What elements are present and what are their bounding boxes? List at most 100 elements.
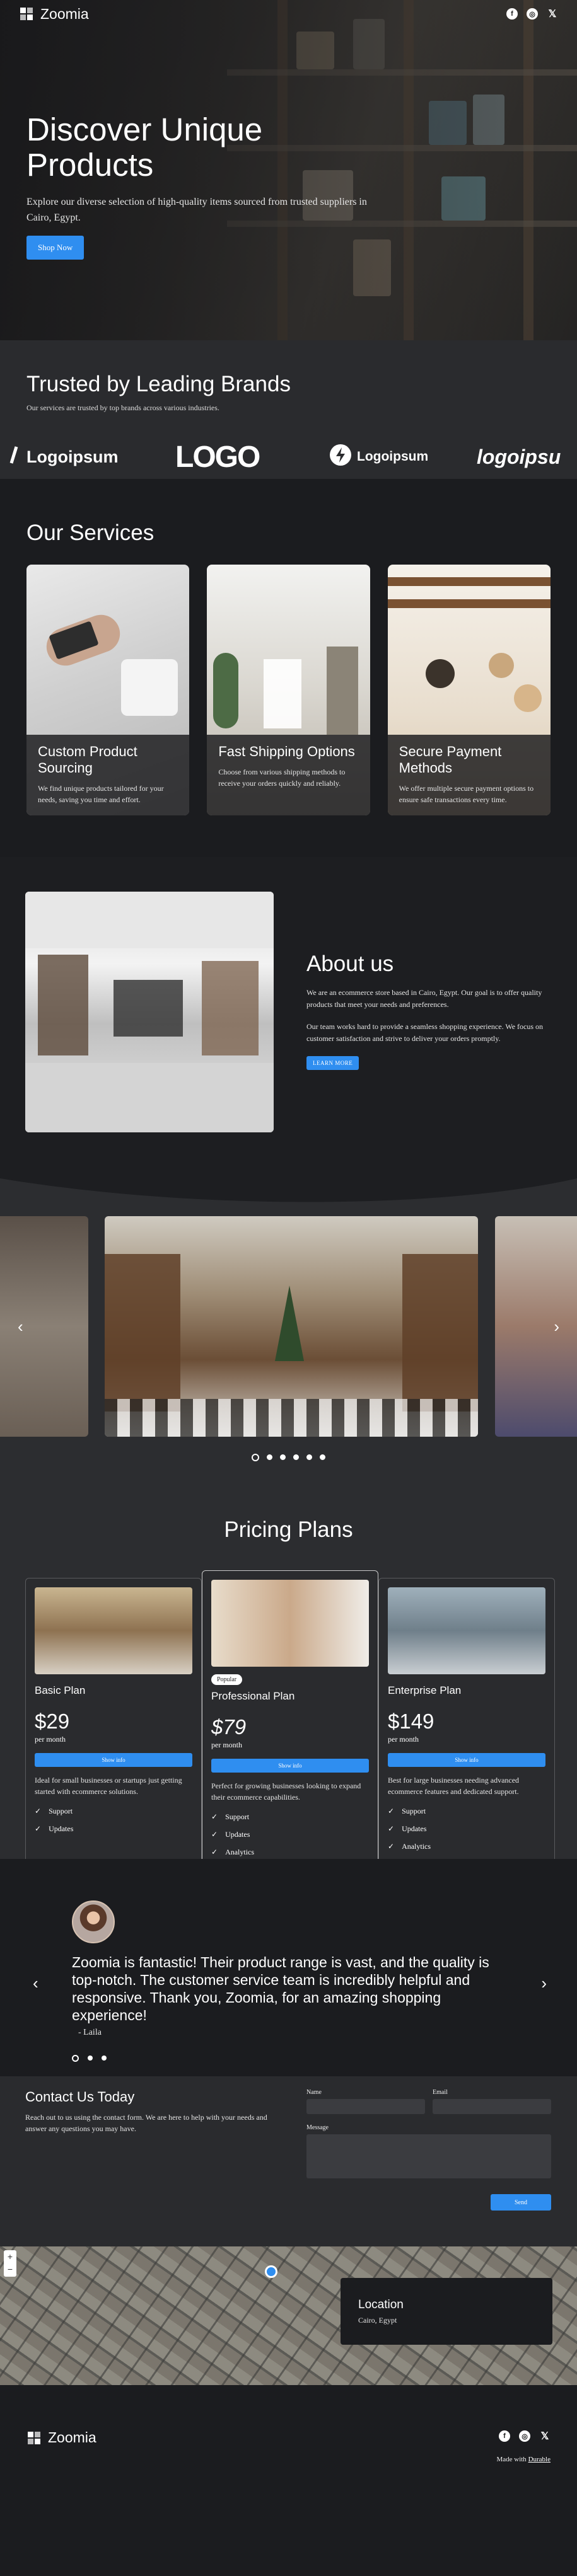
card-title: Fast Shipping Options [218,744,355,759]
made-with: Made with Durable [496,2456,551,2463]
email-field[interactable] [433,2099,551,2114]
testimonial-author: - Laila [78,2028,102,2037]
facebook-icon[interactable]: f [506,8,518,20]
footer: Zoomia f ◎ 𝕏 Made with Durable [0,2385,577,2489]
brand[interactable]: Zoomia [19,6,89,23]
plan-photo [211,1580,369,1667]
feature-label: Analytics [225,1848,255,1856]
durable-link[interactable]: Durable [528,2456,551,2463]
plan-description: Perfect for growing businesses looking t… [211,1781,361,1802]
instagram-icon[interactable]: ◎ [527,8,538,20]
plan-feature: ✓ Analytics [388,1837,545,1855]
gallery-next-arrow-icon[interactable]: › [554,1317,559,1337]
name-field[interactable] [306,2099,425,2114]
map-pin-icon[interactable] [265,2265,277,2278]
check-icon: ✓ [211,1830,218,1839]
brand-name: Zoomia [40,5,89,22]
testimonial-dot[interactable] [88,2056,93,2061]
gallery-dot[interactable] [293,1454,299,1460]
brand-logo: LOGO [175,440,260,474]
zoom-out-icon[interactable]: − [4,2263,16,2275]
popular-badge: Popular [211,1674,243,1685]
plan-price: $79 [211,1715,247,1739]
check-icon: ✓ [388,1824,395,1833]
top-navbar: Zoomia f ◎ 𝕏 [0,0,577,28]
about-title: About us [306,952,394,976]
shop-now-button[interactable]: Shop Now [26,236,85,260]
made-with-prefix: Made with [496,2456,527,2463]
card-overlay: Custom Product Sourcing We find unique p… [26,735,190,815]
gallery-section: ‹ › [0,1166,577,1500]
testimonial-next-arrow-icon[interactable]: › [541,1974,547,1993]
show-info-button[interactable]: Show info [35,1753,192,1767]
location-address: Cairo, Egypt [358,2316,397,2325]
location-card: Location Cairo, Egypt [341,2278,552,2345]
show-info-button[interactable]: Show info [211,1759,369,1773]
testimonial-dot[interactable] [72,2055,79,2062]
location-map[interactable]: + − Location Cairo, Egypt [0,2246,577,2385]
brands-title: Trusted by Leading Brands [26,372,291,396]
plan-feature: ✓ Support [35,1802,192,1820]
card-overlay: Fast Shipping Options Choose from variou… [207,735,370,815]
gallery-dot[interactable] [252,1454,259,1461]
feature-label: Updates [49,1824,74,1833]
footer-brand[interactable]: Zoomia [26,2429,96,2446]
zoomia-logo-icon [19,6,34,21]
plan-period: per month [388,1735,419,1744]
card-overlay: Secure Payment Methods We offer multiple… [387,735,551,815]
card-text: We find unique products tailored for you… [38,784,164,804]
contact-title: Contact Us Today [25,2089,135,2105]
feature-label: Support [49,1807,73,1815]
card-text: We offer multiple secure payment options… [399,784,534,804]
pricing-title: Pricing Plans [224,1517,353,1542]
facebook-icon[interactable]: f [499,2430,510,2442]
feature-label: Updates [225,1830,250,1839]
card-title: Custom Product Sourcing [38,744,137,776]
plan-period: per month [35,1735,66,1744]
brand-logo: Logoipsum [9,446,118,469]
check-icon: ✓ [35,1824,42,1833]
brands-section: Trusted by Leading Brands Our services a… [0,340,577,479]
zoom-in-icon[interactable]: + [4,2250,16,2263]
feature-label: Support [402,1807,426,1815]
avatar [72,1900,115,1943]
check-icon: ✓ [35,1807,42,1815]
card-text: Choose from various shipping methods to … [218,768,346,788]
gallery-slide-prev [0,1216,88,1437]
learn-more-button[interactable]: LEARN MORE [306,1056,359,1070]
gallery-dot[interactable] [306,1454,312,1460]
show-info-button[interactable]: Show info [388,1753,545,1767]
gallery-slide-current [105,1216,478,1437]
message-label: Message [306,2124,329,2131]
feature-label: Analytics [402,1842,431,1851]
x-icon[interactable]: 𝕏 [539,2430,551,2442]
plan-description: Best for large businesses needing advanc… [388,1776,520,1796]
about-paragraph-1: We are an ecommerce store based in Cairo… [306,988,542,1009]
map-zoom-controls[interactable]: + − [4,2250,16,2277]
email-label: Email [433,2089,448,2096]
services-section: Our Services Custom Product Sourcing We … [0,479,577,857]
plan-name: Professional Plan [211,1690,295,1702]
services-title: Our Services [26,520,154,545]
send-button[interactable]: Send [491,2194,551,2211]
check-icon: ✓ [388,1807,395,1815]
brand-logo-text: LOGO [175,440,260,474]
store-photo [25,892,274,1132]
gallery-dot[interactable] [320,1454,325,1460]
zoomia-logo-icon [26,2430,42,2446]
gallery-dot[interactable] [280,1454,286,1460]
gallery-dot[interactable] [267,1454,272,1460]
plan-description: Ideal for small businesses or startups j… [35,1776,182,1796]
plan-period: per month [211,1740,242,1749]
testimonial-prev-arrow-icon[interactable]: ‹ [33,1974,38,1993]
instagram-icon[interactable]: ◎ [519,2430,530,2442]
testimonial-dot[interactable] [102,2056,107,2061]
gallery-prev-arrow-icon[interactable]: ‹ [18,1317,23,1337]
message-field[interactable] [306,2134,551,2178]
hero-subtitle: Explore our diverse selection of high-qu… [26,197,367,223]
plan-feature: ✓ Support [211,1808,369,1826]
feature-label: Support [225,1812,250,1821]
plan-price: $149 [388,1710,434,1733]
x-icon[interactable]: 𝕏 [547,8,558,20]
plan-features: ✓ Support ✓ Updates [35,1802,192,1837]
